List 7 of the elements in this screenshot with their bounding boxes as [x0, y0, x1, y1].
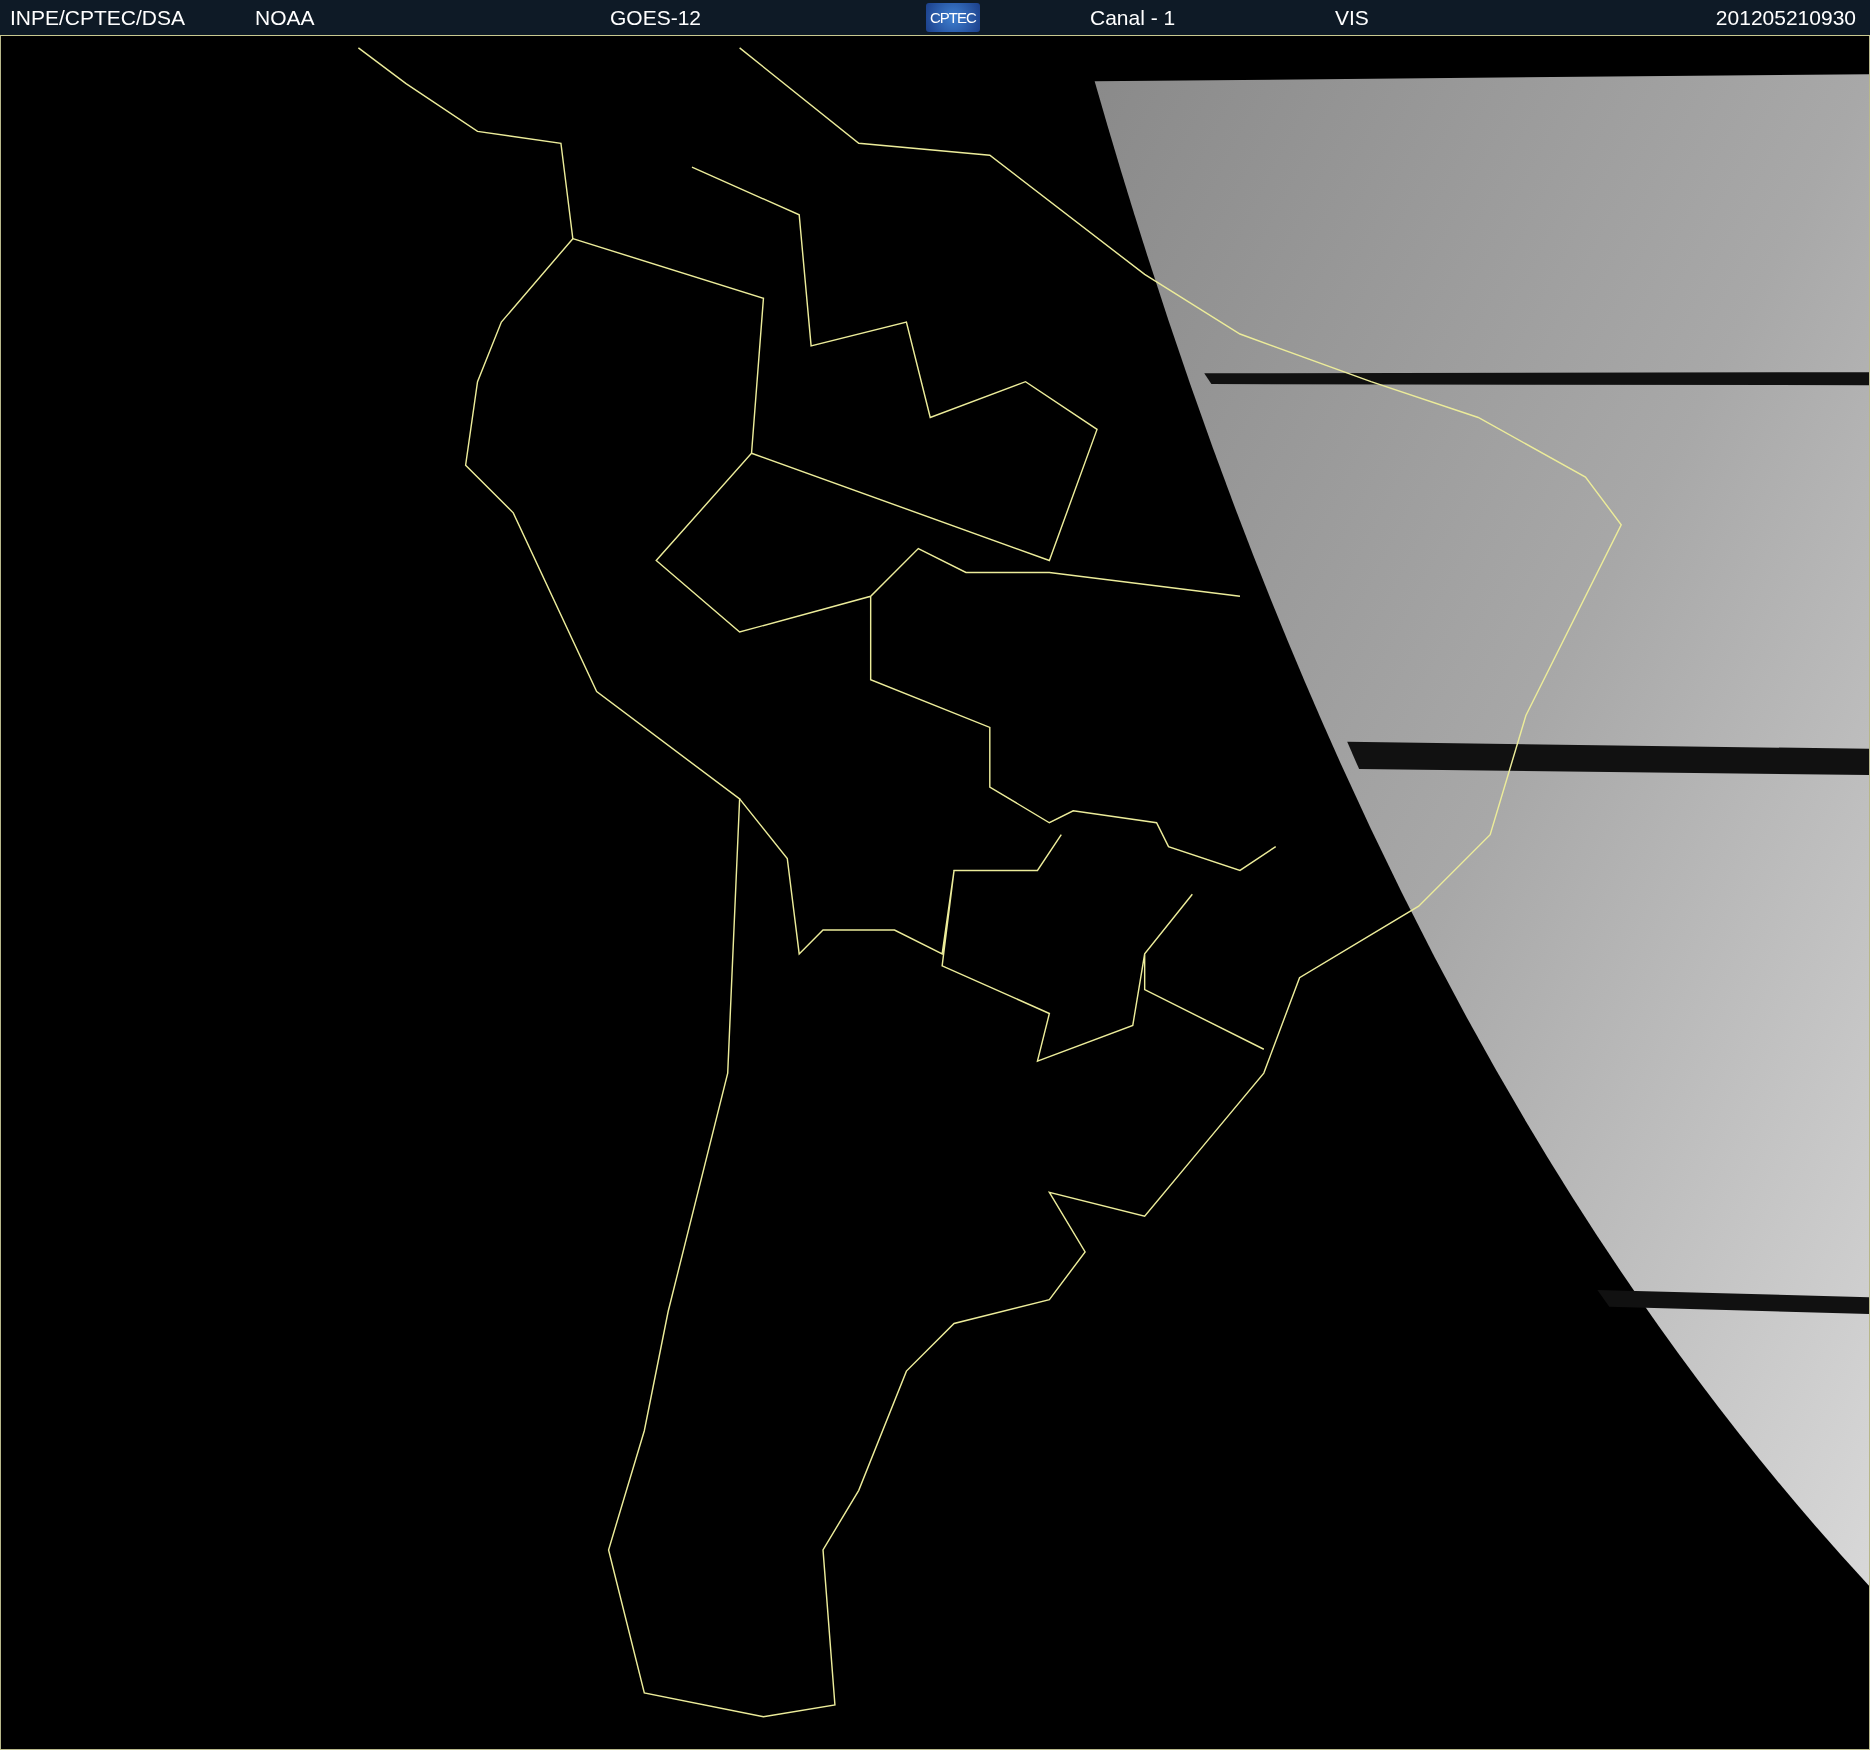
header-label: NOAA: [255, 5, 315, 30]
logo: CPTEC: [926, 3, 980, 32]
header-label: Canal - 1: [1090, 5, 1176, 30]
header-label: 201205210930: [1715, 5, 1857, 30]
header-label: GOES-12: [610, 5, 702, 30]
header-label: VIS: [1335, 5, 1369, 30]
header-label: INPE/CPTEC/DSA: [10, 5, 186, 30]
